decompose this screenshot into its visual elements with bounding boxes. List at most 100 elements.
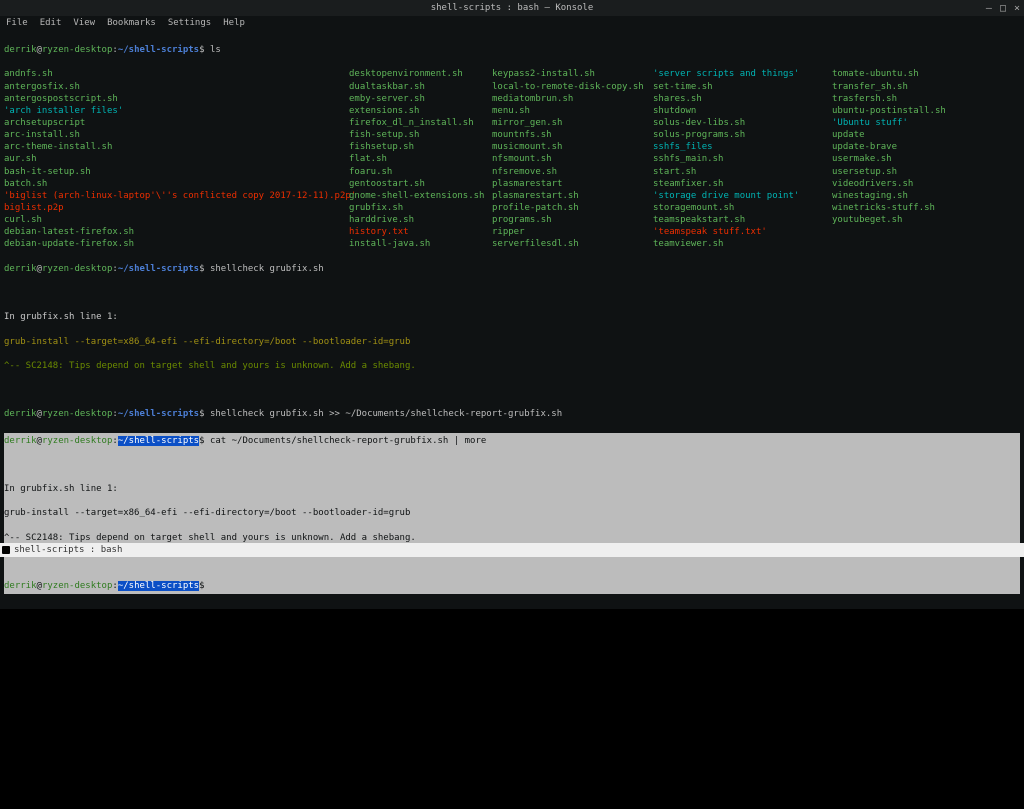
ls-entry: update [832, 129, 982, 141]
taskbar-item[interactable]: shell-scripts : bash [14, 545, 122, 555]
ls-entry: start.sh [653, 166, 832, 178]
highlighted-region: derrik@ryzen-desktop:~/shell-scripts$ ca… [4, 433, 1020, 595]
ls-entry: shares.sh [653, 93, 832, 105]
ls-entry: 'storage drive mount point' [653, 190, 832, 202]
shellcheck-line: ^-- SC2148: Tips depend on target shell … [4, 360, 1020, 372]
terminal-empty-area[interactable] [0, 609, 1024, 809]
ls-entry: programs.sh [492, 214, 653, 226]
ls-entry: menu.sh [492, 105, 653, 117]
ls-entry: storagemount.sh [653, 202, 832, 214]
shellcheck-line: In grubfix.sh line 1: [4, 311, 1020, 323]
ls-entry: mediatombrun.sh [492, 93, 653, 105]
menubar: File Edit View Bookmarks Settings Help [0, 16, 1024, 30]
ls-entry: teamviewer.sh [653, 238, 832, 250]
ls-entry: foaru.sh [349, 166, 492, 178]
ls-entry: desktopenvironment.sh [349, 68, 492, 80]
ls-entry: solus-programs.sh [653, 129, 832, 141]
ls-entry: update-brave [832, 141, 982, 153]
minimize-icon[interactable]: – [986, 3, 992, 14]
ls-entry: videodrivers.sh [832, 178, 982, 190]
command-ls: ls [210, 45, 221, 55]
ls-entry: usersetup.sh [832, 166, 982, 178]
menu-help[interactable]: Help [223, 18, 245, 28]
ls-entry: winestaging.sh [832, 190, 982, 202]
ls-entry: usermake.sh [832, 153, 982, 165]
ls-entry: antergosfix.sh [4, 81, 349, 93]
menu-file[interactable]: File [6, 18, 28, 28]
ls-entry: shutdown [653, 105, 832, 117]
ls-entry: 'teamspeak stuff.txt' [653, 226, 832, 238]
ls-entry: mountnfs.sh [492, 129, 653, 141]
ls-entry: harddrive.sh [349, 214, 492, 226]
ls-entry: curl.sh [4, 214, 349, 226]
ls-entry: nfsremove.sh [492, 166, 653, 178]
titlebar: shell-scripts : bash — Konsole – □ × [0, 0, 1024, 16]
ls-entry: steamfixer.sh [653, 178, 832, 190]
ls-entry: gentoostart.sh [349, 178, 492, 190]
window-title: shell-scripts : bash — Konsole [431, 3, 594, 13]
window-controls: – □ × [986, 0, 1020, 16]
ls-entry: plasmarestart.sh [492, 190, 653, 202]
ls-entry: grubfix.sh [349, 202, 492, 214]
ls-entry: batch.sh [4, 178, 349, 190]
taskbar[interactable]: shell-scripts : bash [0, 543, 1024, 557]
ls-entry: andnfs.sh [4, 68, 349, 80]
ls-entry: ubuntu-postinstall.sh [832, 105, 982, 117]
ls-output: andnfs.shantergosfix.shantergospostscrip… [4, 68, 1020, 250]
shellcheck-line: grub-install --target=x86_64-efi --efi-d… [4, 336, 1020, 348]
ls-entry: keypass2-install.sh [492, 68, 653, 80]
ls-entry: debian-latest-firefox.sh [4, 226, 349, 238]
prompt-line: derrik@ryzen-desktop:~/shell-scripts$ ls [4, 44, 1020, 56]
ls-entry: profile-patch.sh [492, 202, 653, 214]
ls-entry: ripper [492, 226, 653, 238]
ls-entry: serverfilesdl.sh [492, 238, 653, 250]
command-cat: cat ~/Documents/shellcheck-report-grubfi… [210, 436, 486, 446]
menu-view[interactable]: View [73, 18, 95, 28]
ls-entry: nfsmount.sh [492, 153, 653, 165]
ls-entry: history.txt [349, 226, 492, 238]
ls-entry: solus-dev-libs.sh [653, 117, 832, 129]
command-shellcheck-redirect: shellcheck grubfix.sh >> ~/Documents/she… [210, 409, 562, 419]
ls-entry: sshfs_main.sh [653, 153, 832, 165]
terminal[interactable]: derrik@ryzen-desktop:~/shell-scripts$ ls… [0, 30, 1024, 609]
ls-entry: transfer_sh.sh [832, 81, 982, 93]
ls-entry: debian-update-firefox.sh [4, 238, 349, 250]
ls-entry: 'biglist (arch-linux-laptop'\''s conflic… [4, 190, 349, 202]
ls-entry: biglist.p2p [4, 202, 349, 214]
ls-entry: winetricks-stuff.sh [832, 202, 982, 214]
ls-entry: emby-server.sh [349, 93, 492, 105]
close-icon[interactable]: × [1014, 3, 1020, 14]
ls-entry: set-time.sh [653, 81, 832, 93]
ls-entry: tomate-ubuntu.sh [832, 68, 982, 80]
ls-entry: 'server scripts and things' [653, 68, 832, 80]
ls-entry: firefox_dl_n_install.sh [349, 117, 492, 129]
ls-entry: 'Ubuntu stuff' [832, 117, 982, 129]
ls-entry: aur.sh [4, 153, 349, 165]
ls-entry: 'arch installer files' [4, 105, 349, 117]
ls-entry: flat.sh [349, 153, 492, 165]
ls-entry: antergospostscript.sh [4, 93, 349, 105]
ls-entry: arc-install.sh [4, 129, 349, 141]
maximize-icon[interactable]: □ [1000, 3, 1006, 14]
menu-bookmarks[interactable]: Bookmarks [107, 18, 156, 28]
ls-entry: gnome-shell-extensions.sh [349, 190, 492, 202]
ls-entry: musicmount.sh [492, 141, 653, 153]
ls-entry: local-to-remote-disk-copy.sh [492, 81, 653, 93]
ls-entry: mirror_gen.sh [492, 117, 653, 129]
ls-entry: archsetupscript [4, 117, 349, 129]
command-shellcheck: shellcheck grubfix.sh [210, 264, 324, 274]
menu-edit[interactable]: Edit [40, 18, 62, 28]
ls-entry: sshfs_files [653, 141, 832, 153]
ls-entry: trasfersh.sh [832, 93, 982, 105]
ls-entry: youtubeget.sh [832, 214, 982, 226]
konsole-icon[interactable] [2, 546, 10, 554]
ls-entry: bash-it-setup.sh [4, 166, 349, 178]
ls-entry: install-java.sh [349, 238, 492, 250]
prompt-line: derrik@ryzen-desktop:~/shell-scripts$ sh… [4, 263, 1020, 275]
ls-entry: fish-setup.sh [349, 129, 492, 141]
ls-entry: teamspeakstart.sh [653, 214, 832, 226]
ls-entry: dualtaskbar.sh [349, 81, 492, 93]
cursor-icon [210, 580, 216, 591]
menu-settings[interactable]: Settings [168, 18, 211, 28]
ls-entry: arc-theme-install.sh [4, 141, 349, 153]
